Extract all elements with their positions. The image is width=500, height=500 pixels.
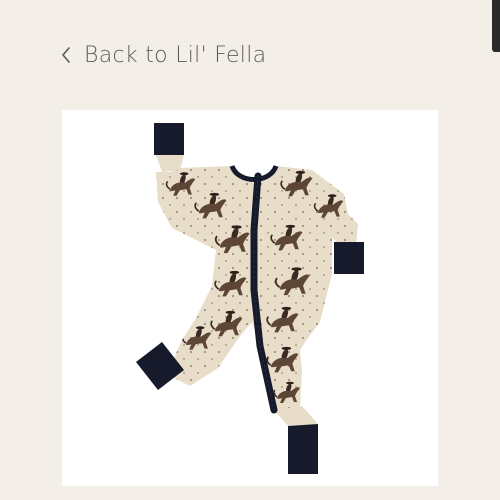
product-image[interactable]: [62, 110, 438, 486]
right-sleeve-cuff: [334, 242, 364, 274]
back-link-label: Back to Lil' Fella: [84, 42, 267, 68]
chevron-left-icon: [60, 45, 72, 65]
product-page: Back to Lil' Fella: [0, 0, 500, 500]
right-foot-cuff: [288, 424, 318, 474]
left-sleeve-cuff: [154, 123, 184, 155]
back-link[interactable]: Back to Lil' Fella: [60, 38, 266, 72]
romper-illustration: [62, 110, 438, 486]
scrollbar[interactable]: [492, 0, 500, 52]
